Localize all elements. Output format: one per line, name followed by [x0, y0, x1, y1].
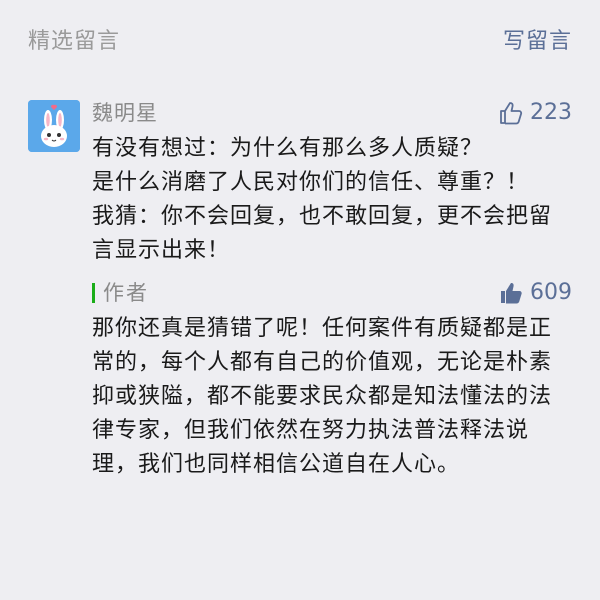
reply-text: 那你还真是猜错了呢！任何案件有质疑都是正常的，每个人都有自己的价值观，无论是朴素…	[92, 316, 553, 477]
bunny-avatar-icon	[28, 100, 80, 152]
comment-text: 有没有想过：为什么有那么多人质疑？ 是什么消磨了人民对你们的信任、尊重？！ 我猜…	[92, 136, 553, 263]
reply-like-button[interactable]: 609	[498, 278, 572, 308]
comments-header: 精选留言 写留言	[28, 22, 572, 56]
comment-nickname: 魏明星	[92, 101, 158, 125]
comment-like-count: 223	[530, 100, 572, 125]
author-label: 作者	[92, 278, 149, 308]
featured-comments-title: 精选留言	[28, 29, 121, 54]
reply-like-count: 609	[530, 280, 572, 305]
thumbs-up-filled-icon	[501, 283, 522, 304]
author-label-text: 作者	[103, 281, 149, 305]
comment-meta-row: 魏明星 223	[92, 98, 572, 128]
avatar[interactable]	[28, 100, 80, 152]
write-comment-button[interactable]: 写留言	[503, 23, 572, 55]
comment-like-button[interactable]: 223	[498, 98, 572, 128]
comment-body: 魏明星 223 有没有想过：为什么有那么多人质疑？ 是什么消磨了人民对你们的信任…	[92, 98, 572, 482]
reply-meta-row: 作者 609	[92, 278, 572, 308]
author-bar	[92, 283, 95, 303]
author-reply: 作者 609 那你还真是猜错了呢！任何案件有质疑都是正常的，每个人都有自己的价值…	[92, 278, 572, 482]
thumbs-up-outline-icon	[500, 102, 523, 125]
